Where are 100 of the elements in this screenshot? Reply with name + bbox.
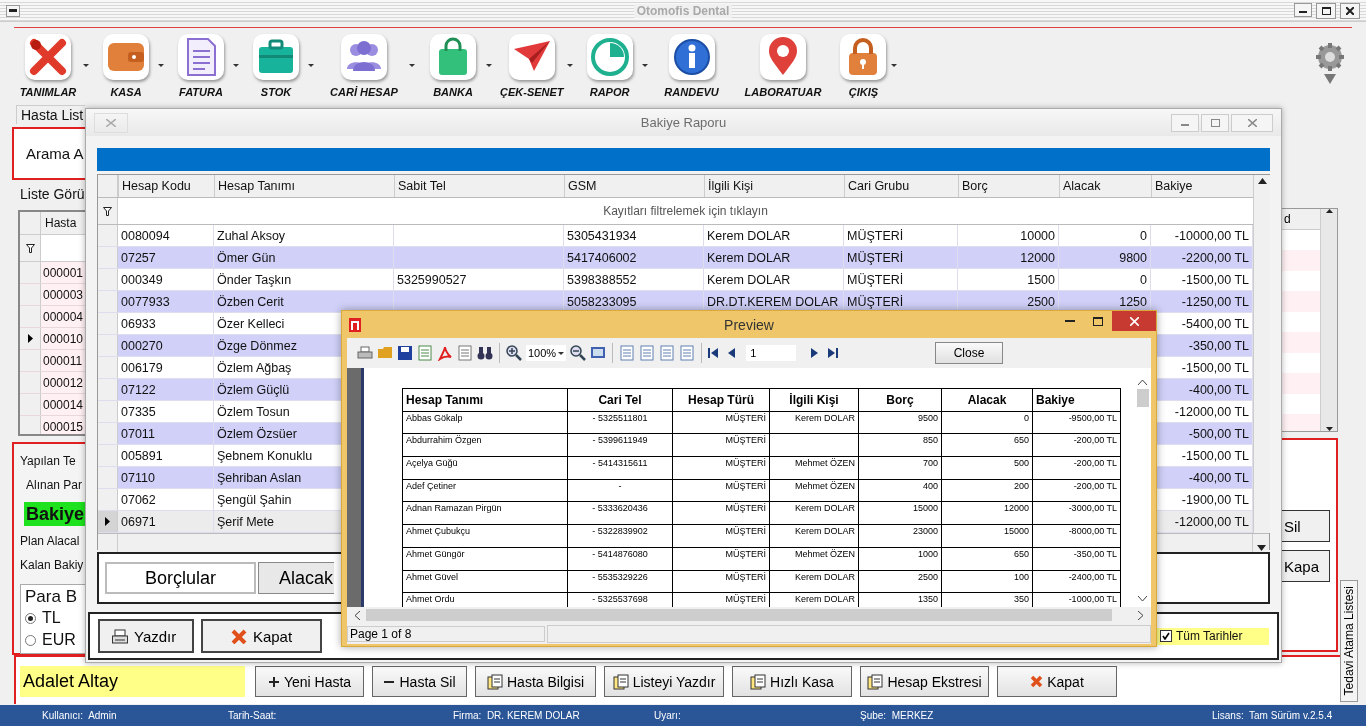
pie-chart-icon [589, 37, 630, 77]
table-cell: -200,00 TL [1032, 479, 1121, 502]
binoculars-icon[interactable] [477, 345, 493, 361]
document-icon [750, 673, 767, 690]
action-button[interactable]: Sil [1282, 510, 1330, 542]
page-number-field[interactable]: 1 [746, 345, 797, 361]
table-cell: 650 [941, 433, 1033, 457]
action-button[interactable]: Hesap Ekstresi [860, 666, 989, 697]
column-header: Hasta [44, 215, 77, 232]
table-cell: Ahmet Güngör [402, 547, 568, 570]
radio-button[interactable] [25, 634, 36, 646]
table-cell: MÜŞTERİ [672, 411, 770, 434]
table-cell: Kerem DOLAR [769, 501, 859, 525]
table-cell: 06933 [118, 313, 214, 334]
tab[interactable]: Borçlular [105, 562, 256, 594]
table-cell: 07257 [118, 247, 214, 268]
tab[interactable]: Alacak [258, 562, 334, 594]
column-header: Bakiye [1032, 388, 1121, 412]
table-cell: Adnan Ramazan Pirgün [402, 501, 568, 525]
table-cell: MÜŞTERİ [672, 433, 770, 457]
toolbar-button[interactable]: BANKA [421, 34, 494, 98]
scrollbar-thumb[interactable] [1136, 389, 1149, 407]
caret-icon [409, 64, 415, 67]
table-cell: 06971 [118, 511, 214, 532]
side-tab[interactable]: Tedavi Atama Listesi [1340, 580, 1358, 702]
action-button[interactable]: Yeni Hasta [255, 666, 364, 697]
table-cell: -3000,00 TL [1032, 501, 1121, 525]
table-cell: 12000 [941, 501, 1033, 525]
table-cell: 005891 [118, 445, 214, 466]
app-logo-icon [348, 316, 362, 333]
toolbar-button[interactable]: ÇEK-SENET [498, 34, 575, 98]
scrollbar-thumb[interactable] [366, 609, 1112, 621]
action-button[interactable]: Hızlı Kasa [732, 666, 852, 697]
toolbar-button[interactable]: RANDEVU [653, 34, 739, 98]
scroll-up-icon [1257, 178, 1267, 184]
action-button[interactable]: Hasta Bilgisi [475, 666, 596, 697]
action-button[interactable]: Kapat [997, 666, 1117, 697]
table-cell: 0 [1059, 225, 1151, 246]
table-cell: - [567, 479, 673, 502]
table-cell: 000270 [118, 335, 214, 356]
screen-icon[interactable] [590, 345, 607, 361]
table-cell: 5398388552 [564, 269, 704, 290]
field-label: Yapılan Te [20, 454, 77, 470]
toolbar-button[interactable]: TANIMLAR [14, 34, 91, 98]
zoom-dropdown[interactable]: 100% [526, 345, 567, 361]
toolbar-button[interactable]: RAPOR [578, 34, 650, 98]
save-icon[interactable] [397, 345, 413, 361]
toolbar-button[interactable]: LABORATUAR [742, 34, 833, 98]
radio-label: EUR [42, 631, 76, 649]
close-button[interactable] [1340, 2, 1360, 19]
table-cell: 850 [858, 433, 942, 457]
system-menu-button[interactable] [6, 4, 20, 17]
toolbar-button[interactable]: CARİ HESAP [320, 34, 417, 98]
table-cell: Açelya Güğü [402, 456, 568, 480]
table-cell: 1000 [858, 547, 942, 570]
action-button[interactable]: Kapa [1282, 550, 1330, 582]
close-icon [1030, 675, 1044, 688]
filter-hint[interactable]: Kayıtları filtrelemek için tıklayın [603, 204, 768, 218]
pdf-icon[interactable] [437, 345, 453, 361]
radio-button[interactable] [25, 612, 36, 624]
table-cell: 100 [941, 570, 1033, 593]
table-cell: Kerem DOLAR [704, 269, 844, 290]
table-cell: - 5535329226 [567, 570, 673, 593]
printer-icon [112, 628, 128, 644]
action-button[interactable]: Hasta Sil [372, 666, 467, 697]
checkbox[interactable] [1160, 630, 1172, 642]
action-button[interactable]: Kapat [201, 619, 322, 653]
action-button[interactable]: Listeyi Yazdır [604, 666, 724, 697]
column-header: Sabit Tel [394, 175, 564, 197]
close-button[interactable]: Close [935, 342, 1003, 364]
table-cell: 23000 [858, 524, 942, 548]
toolbar-button[interactable]: FATURA [170, 34, 241, 98]
minimize-button[interactable] [1294, 2, 1312, 17]
column-header: Cari Tel [567, 388, 673, 412]
table-cell: Mehmet ÖZEN [769, 547, 859, 570]
toolbar-button[interactable]: KASA [95, 34, 166, 98]
zoom-in-icon[interactable] [506, 345, 522, 361]
table-cell: MÜŞTERİ [844, 269, 958, 290]
table-cell: -200,00 TL [1032, 433, 1121, 457]
document-icon [487, 673, 503, 690]
printer-icon[interactable] [357, 345, 373, 361]
toolbar-button[interactable]: STOK [245, 34, 316, 98]
panel-tab[interactable]: Hasta List [16, 105, 85, 124]
table-cell: - 5333620436 [567, 501, 673, 525]
table-cell: 15000 [941, 524, 1033, 548]
window-title: Otomofis Dental [633, 3, 733, 18]
table-cell: 0 [1059, 269, 1151, 290]
table-cell: Kerem DOLAR [769, 570, 859, 593]
table-cell: -350,00 TL [1032, 547, 1121, 570]
zoom-out-icon[interactable] [570, 345, 587, 361]
table-cell: Ömer Gün [214, 247, 394, 268]
window-title: Preview [724, 316, 774, 333]
table-cell: MÜŞTERİ [672, 456, 770, 480]
info-icon [671, 37, 712, 77]
maximize-button[interactable] [1316, 2, 1336, 19]
caret-icon [891, 64, 898, 67]
column-header: Hesap Kodu [118, 175, 214, 197]
patient-name-field[interactable]: Adalet Altay [20, 666, 245, 697]
action-button[interactable]: Yazdır [98, 619, 194, 653]
table-cell: 2500 [858, 570, 942, 593]
